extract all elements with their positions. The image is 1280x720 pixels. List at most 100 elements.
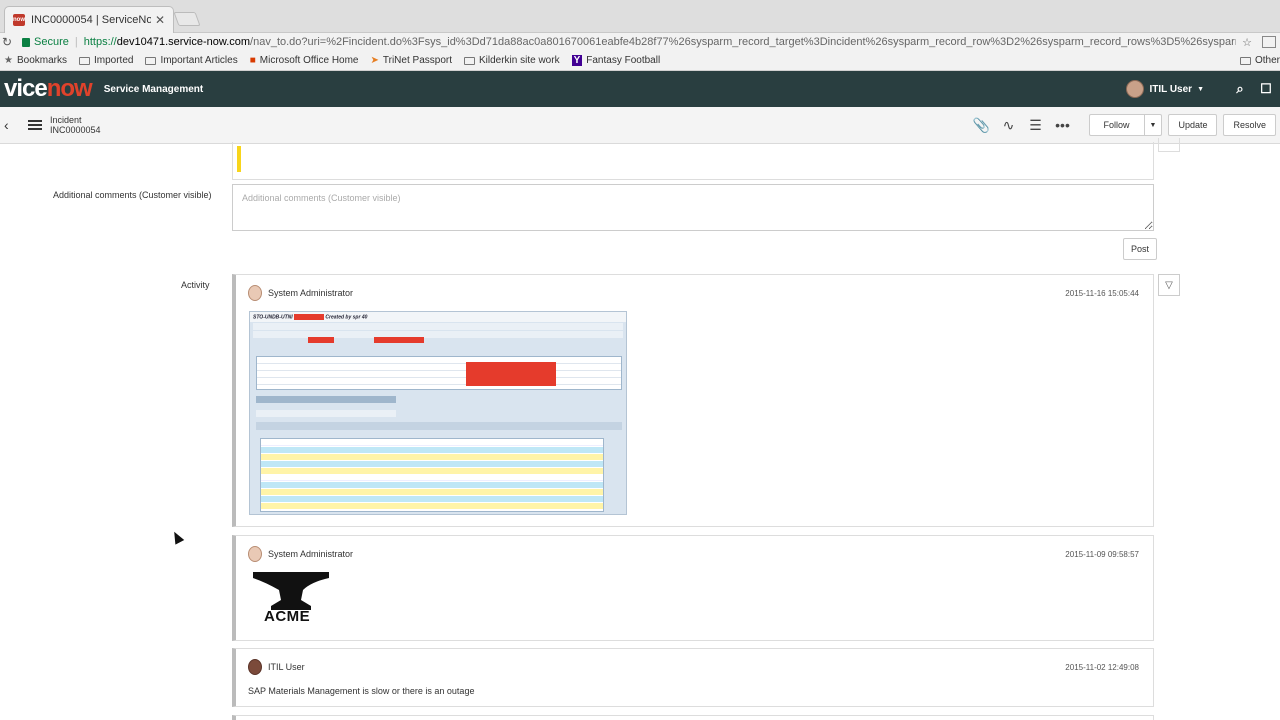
redaction-mark	[308, 337, 334, 343]
activity-entry: ITIL User 2015-11-02 12:49:08 SAP Materi…	[232, 648, 1154, 707]
redaction-mark	[374, 337, 424, 343]
chat-icon[interactable]: ☐	[1256, 81, 1276, 97]
servicenow-logo[interactable]: vicenow	[4, 75, 93, 103]
bookmark-label: Imported	[93, 55, 134, 66]
more-options-icon[interactable]: •••	[1051, 117, 1075, 133]
resolve-button[interactable]: Resolve	[1223, 114, 1276, 136]
entry-author: ITIL User	[268, 662, 305, 672]
user-avatar[interactable]	[1126, 80, 1145, 98]
activity-entry	[232, 715, 1154, 720]
sap-title: STO-UNDB-UTNI	[253, 314, 293, 321]
author-avatar	[248, 285, 262, 301]
entry-header: System Administrator 2015-11-16 15:05:44	[236, 275, 1153, 301]
follow-dropdown-icon[interactable]: ▼	[1144, 114, 1163, 136]
paperclip-icon[interactable]: 📎	[970, 117, 994, 134]
additional-comments-label: Additional comments (Customer visible)	[53, 190, 212, 200]
url-path: /nav_to.do?uri=%2Fincident.do%3Fsys_id%3…	[250, 36, 1236, 48]
bookmark-label: Fantasy Football	[586, 55, 661, 66]
chevron-down-icon[interactable]: ▼	[1197, 86, 1204, 93]
sap-window-title: STO-UNDB-UTNI Created by spr 40	[250, 312, 626, 322]
bookmark-other[interactable]: Other	[1239, 55, 1280, 66]
work-notes-field[interactable]	[232, 142, 1154, 180]
bookmark-trinet-passport[interactable]: ➤ TriNet Passport	[371, 55, 452, 66]
header-right: ITIL User ▼ ⌕ ☐	[1126, 80, 1276, 98]
sap-history-table	[260, 438, 604, 512]
new-tab-button[interactable]	[173, 12, 201, 26]
field-indicator	[237, 146, 241, 172]
bookmark-label: Microsoft Office Home	[259, 55, 359, 66]
sap-toolbar	[256, 396, 396, 403]
activity-entry: System Administrator 2015-11-09 09:58:57…	[232, 535, 1154, 641]
yahoo-icon: Y	[571, 55, 583, 66]
trinet-icon: ➤	[370, 55, 379, 66]
tab-title: INC0000054 | ServiceNow	[31, 14, 151, 26]
bookmark-microsoft-office-home[interactable]: ■ Microsoft Office Home	[250, 55, 359, 66]
author-avatar	[248, 546, 262, 562]
logo-prefix: vice	[4, 75, 48, 102]
entry-text: SAP Materials Management is slow or ther…	[248, 686, 475, 696]
address-bar: ↻ Secure | https://dev10471.service-now.…	[0, 33, 1280, 51]
folder-icon	[1239, 56, 1251, 65]
bookmark-label: Bookmarks	[16, 55, 67, 66]
browser-tabstrip: now INC0000054 | ServiceNow ✕	[0, 0, 1280, 33]
reload-icon[interactable]: ↻	[2, 35, 16, 49]
url-separator: |	[74, 36, 78, 48]
servicenow-favicon-icon: now	[13, 14, 25, 26]
bookmark-label: TriNet Passport	[382, 55, 452, 66]
bookmark-label: Kilderkin site work	[478, 55, 560, 66]
author-avatar	[248, 659, 262, 675]
update-button[interactable]: Update	[1168, 114, 1218, 136]
entry-header: System Administrator 2015-11-09 09:58:57	[236, 536, 1153, 562]
entry-author: System Administrator	[268, 549, 354, 559]
bookmark-kilderkin-site-work[interactable]: Kilderkin site work	[463, 55, 560, 66]
search-icon[interactable]: ⌕	[1230, 81, 1250, 97]
activity-icon[interactable]: ∿	[997, 117, 1021, 134]
entry-timestamp: 2015-11-09 09:58:57	[1065, 549, 1139, 559]
bookmark-star-icon[interactable]: ☆	[1236, 36, 1258, 49]
url-host: dev10471.service-now.com	[116, 36, 251, 48]
follow-button[interactable]: Follow	[1088, 114, 1145, 136]
folder-icon	[78, 56, 90, 65]
sap-toolbar	[253, 323, 623, 330]
redaction-mark	[294, 314, 325, 320]
folder-icon	[145, 56, 157, 65]
secure-label: Secure	[34, 36, 69, 48]
filter-icon[interactable]: ▽	[1158, 274, 1180, 296]
back-icon[interactable]: ‹	[4, 117, 20, 133]
url-scheme: https://	[83, 36, 117, 48]
url-field[interactable]: https://dev10471.service-now.com/nav_to.…	[84, 36, 1236, 48]
acme-logo-text: ACME	[264, 608, 311, 625]
bookmark-important-articles[interactable]: Important Articles	[145, 55, 238, 66]
extension-icon[interactable]	[1262, 36, 1276, 48]
sap-tabs	[256, 422, 622, 430]
product-name: Service Management	[103, 83, 204, 95]
bookmark-bookmarks[interactable]: ★ Bookmarks	[4, 55, 67, 66]
menu-icon[interactable]	[28, 118, 42, 132]
bookmark-fantasy-football[interactable]: Y Fantasy Football	[571, 55, 661, 66]
sap-items-grid	[256, 356, 622, 390]
toolbar-actions: 📎 ∿ ☰ ••• Follow ▼ Update Resolve	[967, 114, 1276, 136]
sap-title-suffix: Created by spr 40	[325, 314, 368, 321]
post-button[interactable]: Post	[1123, 238, 1158, 260]
bookmarks-bar: ★ Bookmarks Imported Important Articles ■…	[0, 51, 1280, 71]
entry-author: System Administrator	[268, 288, 354, 298]
record-toolbar: ‹ Incident INC0000054 📎 ∿ ☰ ••• Follow ▼…	[0, 107, 1280, 144]
secure-indicator[interactable]: Secure	[22, 36, 69, 48]
entry-timestamp: 2015-11-16 15:05:44	[1065, 288, 1139, 298]
field-action-button[interactable]	[1158, 138, 1180, 152]
close-tab-icon[interactable]: ✕	[155, 13, 165, 27]
mouse-cursor-icon	[169, 529, 185, 545]
record-table: Incident	[50, 115, 82, 125]
sap-screenshot-attachment[interactable]: STO-UNDB-UTNI Created by spr 40	[249, 311, 627, 515]
record-number: INC0000054	[50, 125, 101, 135]
lock-icon	[22, 37, 30, 47]
star-icon: ★	[4, 55, 13, 66]
settings-sliders-icon[interactable]: ☰	[1024, 117, 1048, 134]
entry-header: ITIL User 2015-11-02 12:49:08	[236, 649, 1153, 675]
user-name[interactable]: ITIL User	[1149, 84, 1192, 95]
bookmark-label: Important Articles	[160, 55, 238, 66]
form-content: Additional comments (Customer visible) P…	[0, 138, 1280, 720]
bookmark-imported[interactable]: Imported	[78, 55, 134, 66]
additional-comments-input[interactable]	[232, 184, 1154, 231]
browser-tab[interactable]: now INC0000054 | ServiceNow ✕	[4, 6, 174, 33]
